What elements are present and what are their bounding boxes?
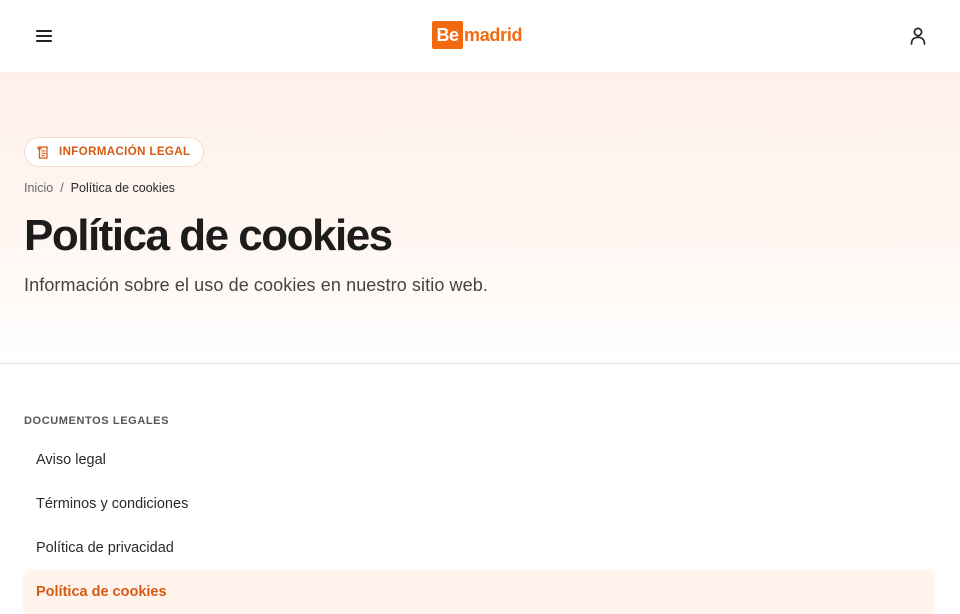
page-subtitle: Información sobre el uso de cookies en n… bbox=[24, 275, 488, 295]
site-logo[interactable]: Be madrid bbox=[432, 20, 523, 50]
badge-label: INFORMACIÓN LEGAL bbox=[59, 146, 191, 158]
nav-item-aviso-legal[interactable]: Aviso legal bbox=[24, 438, 934, 482]
nav-item-cookies[interactable]: Política de cookies bbox=[24, 570, 934, 614]
nav-item-terminos[interactable]: Términos y condiciones bbox=[24, 482, 934, 526]
nav-item-privacidad[interactable]: Política de privacidad bbox=[24, 526, 934, 570]
page-title: Política de cookies bbox=[24, 211, 393, 260]
legal-document-icon bbox=[37, 145, 48, 159]
breadcrumb: Inicio / Política de cookies bbox=[24, 181, 175, 195]
menu-button[interactable] bbox=[34, 26, 54, 46]
hero-section: INFORMACIÓN LEGAL Inicio / Política de c… bbox=[0, 72, 960, 364]
breadcrumb-home-link[interactable]: Inicio bbox=[24, 181, 53, 195]
hamburger-menu-icon bbox=[36, 30, 52, 42]
logo-mark: Be bbox=[432, 21, 463, 49]
legal-documents-heading: DOCUMENTOS LEGALES bbox=[24, 415, 170, 427]
breadcrumb-separator: / bbox=[60, 181, 64, 195]
user-account-icon bbox=[910, 27, 926, 45]
legal-documents-nav: Aviso legal Términos y condiciones Polít… bbox=[24, 438, 934, 614]
logo-wordmark: madrid bbox=[464, 24, 523, 45]
section-badge: INFORMACIÓN LEGAL bbox=[24, 137, 205, 167]
user-account-button[interactable] bbox=[908, 26, 928, 46]
top-bar: Be madrid bbox=[0, 0, 960, 72]
breadcrumb-current: Política de cookies bbox=[70, 181, 175, 195]
